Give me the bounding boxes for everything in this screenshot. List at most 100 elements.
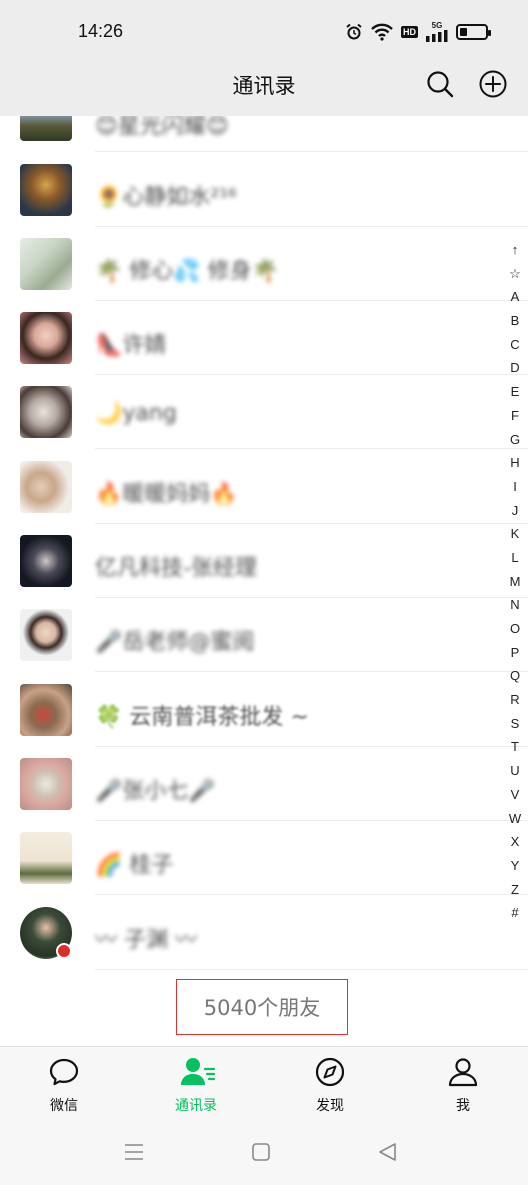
tab-chats[interactable]: 微信 [19,1047,109,1124]
avatar[interactable] [20,386,72,438]
index-letter[interactable]: V [503,783,527,807]
contact-name: 🔥暖暖妈妈🔥 [95,482,238,507]
index-letter[interactable]: ↑ [503,238,527,262]
contact-row[interactable]: 🍀 云南普洱茶批发 ~ [0,673,528,747]
contact-name: 🎤张小七🎤 [95,779,216,804]
index-letter[interactable]: W [503,807,527,831]
flag-badge-icon [56,943,72,959]
contact-name: 😊星光闪耀😊 [95,116,229,139]
search-icon[interactable] [425,69,455,99]
contact-row[interactable]: 👠许婧 [0,301,528,375]
contact-row[interactable]: 🎤岳老师@蜜阅 [0,598,528,672]
bottom-tab-bar: 微信 通讯录 发现 我 [0,1046,528,1123]
index-letter[interactable]: I [503,475,527,499]
divider [95,151,528,152]
contact-name: 🌙yang [95,401,177,426]
contact-name: 🌈 桂子 [95,853,174,878]
contact-row[interactable]: 🌙yang [0,375,528,449]
avatar[interactable] [20,238,72,290]
avatar[interactable] [20,116,72,141]
system-nav-bar [0,1123,528,1185]
index-letter[interactable]: N [503,593,527,617]
5g-signal-icon: 5G [426,22,448,42]
index-letter[interactable]: E [503,380,527,404]
contact-row[interactable]: 🌈 桂子 [0,821,528,895]
contact-row[interactable]: 亿凡科技-张经理 [0,524,528,598]
index-letter[interactable]: O [503,617,527,641]
chat-bubble-icon [49,1058,79,1086]
index-letter[interactable]: U [503,759,527,783]
battery-fill [460,28,468,36]
friend-count-highlight: 5040个朋友 [176,979,348,1035]
contact-name: 🍀 云南普洱茶批发 ~ [95,705,309,730]
contact-name: 亿凡科技-张经理 [95,556,257,581]
index-letter[interactable]: L [503,546,527,570]
index-letter[interactable]: F [503,404,527,428]
divider [95,894,528,895]
battery-icon [456,24,491,40]
avatar[interactable] [20,461,72,513]
home-icon[interactable] [251,1141,271,1167]
index-letter[interactable]: D [503,356,527,380]
contact-row[interactable]: 🌴 修心💦 修身🌴 [0,227,528,301]
divider [95,671,528,672]
contact-row[interactable]: 🌻心静如水²¹⁶ [0,153,528,227]
contact-name: 🌴 修心💦 修身🌴 [95,259,280,284]
alphabet-index[interactable]: ↑ ☆ A B C D E F G H I J K L M N O P Q R S T U V W X Y Z # [503,238,527,925]
compass-icon [315,1057,345,1087]
contact-row[interactable]: 😊星光闪耀😊 [0,116,528,152]
tab-label: 发现 [316,1098,344,1114]
alarm-icon [345,23,363,41]
divider [95,448,528,449]
contact-row[interactable]: 〰 子渊 〰 [0,896,528,970]
index-letter[interactable]: A [503,285,527,309]
tab-contacts[interactable]: 通讯录 [151,1047,241,1124]
contact-list[interactable]: 😊星光闪耀😊 🌻心静如水²¹⁶ 🌴 修心💦 修身🌴 👠许婧 🌙yang 🔥暖暖妈… [0,116,528,1040]
menu-icon[interactable] [123,1141,145,1167]
tab-label: 通讯录 [175,1098,217,1114]
person-icon [448,1058,478,1087]
index-letter[interactable]: G [503,428,527,452]
back-icon[interactable] [377,1141,399,1167]
index-letter[interactable]: Z [503,878,527,902]
avatar[interactable] [20,758,72,810]
contact-row[interactable]: 🔥暖暖妈妈🔥 [0,450,528,524]
index-letter[interactable]: H [503,451,527,475]
add-circle-icon[interactable] [478,69,508,99]
tab-me[interactable]: 我 [418,1047,508,1124]
hd-icon: HD [401,26,418,38]
index-letter[interactable]: S [503,712,527,736]
index-letter[interactable]: # [503,901,527,925]
tab-label: 我 [456,1098,470,1114]
avatar[interactable] [20,684,72,736]
index-letter[interactable]: ☆ [503,262,527,286]
contact-name: 👠许婧 [95,333,167,358]
network-type: 5G [431,21,443,30]
avatar[interactable] [20,609,72,661]
index-letter[interactable]: M [503,570,527,594]
index-letter[interactable]: P [503,641,527,665]
avatar[interactable] [20,832,72,884]
index-letter[interactable]: J [503,499,527,523]
contact-name: 〰 子渊 〰 [95,928,197,953]
avatar[interactable] [20,312,72,364]
avatar[interactable] [20,164,72,216]
index-letter[interactable]: T [503,735,527,759]
index-letter[interactable]: X [503,830,527,854]
index-letter[interactable]: Q [503,664,527,688]
divider [95,969,528,970]
index-letter[interactable]: B [503,309,527,333]
index-letter[interactable]: K [503,522,527,546]
contact-row[interactable]: 🎤张小七🎤 [0,747,528,821]
wifi-icon [371,23,393,41]
status-time: 14:26 [78,21,124,41]
tab-label: 微信 [50,1098,78,1114]
index-letter[interactable]: Y [503,854,527,878]
index-letter[interactable]: C [503,333,527,357]
avatar[interactable] [20,535,72,587]
contact-name: 🌻心静如水²¹⁶ [95,185,237,210]
contact-name: 🎤岳老师@蜜阅 [95,630,255,655]
tab-discover[interactable]: 发现 [285,1047,375,1124]
contacts-icon [181,1058,216,1085]
index-letter[interactable]: R [503,688,527,712]
